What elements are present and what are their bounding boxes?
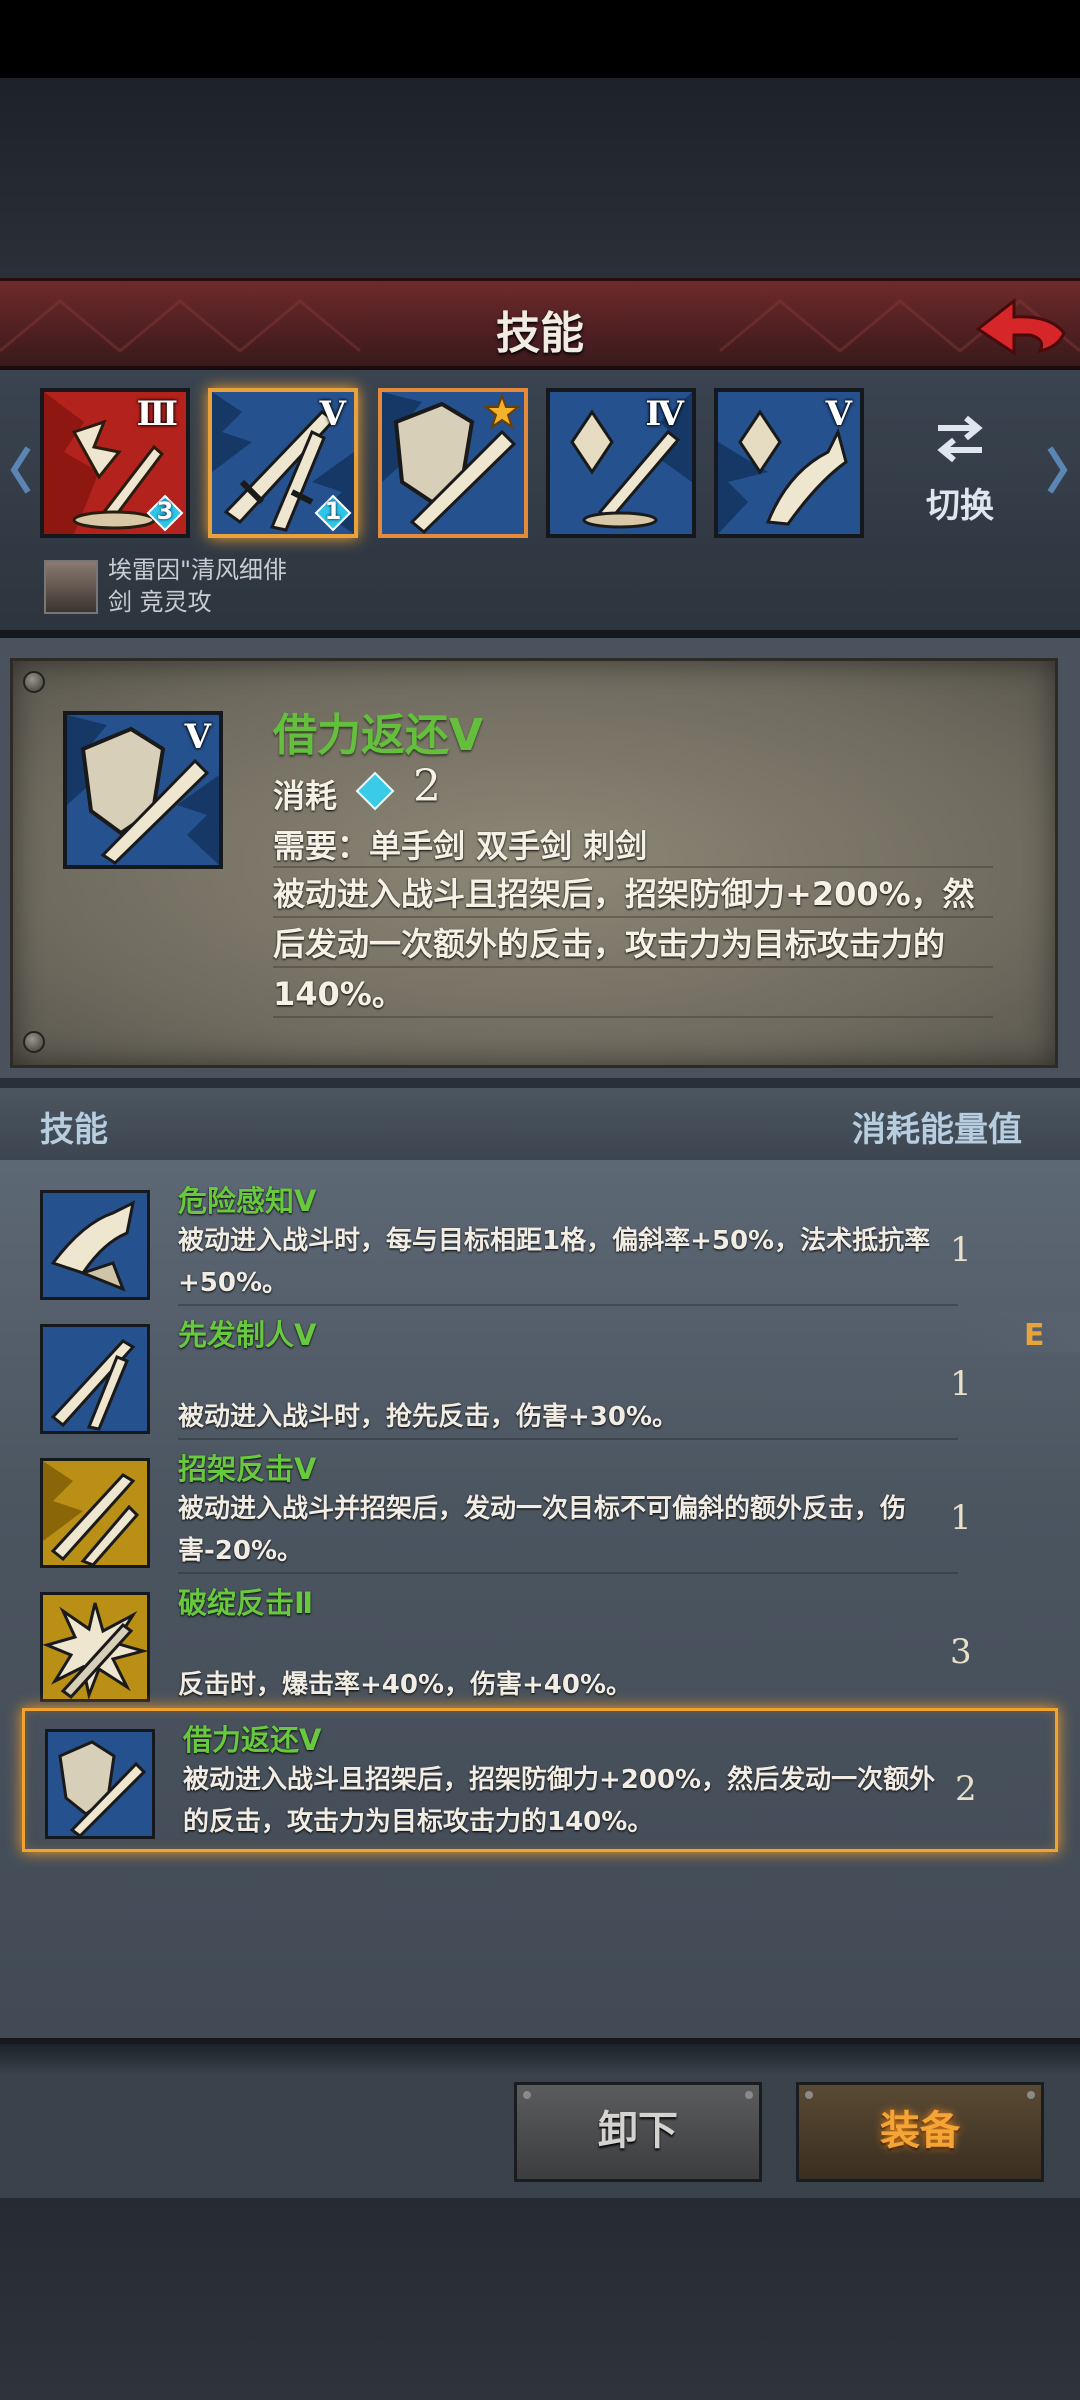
detail-description: 被动进入战斗且招架后，招架防御力+200%，然后发动一次额外的反击，攻击力为目标… (273, 875, 975, 1013)
row-skill-icon (40, 1324, 150, 1434)
skill-slot-1[interactable]: Ⅲ 3 (40, 388, 190, 538)
equip-button[interactable]: 装备 (796, 2082, 1044, 2182)
nail-icon (523, 2091, 531, 2099)
row-skill-icon (45, 1729, 155, 1839)
nail-icon (805, 2091, 813, 2099)
skill-cost: 3 (950, 1632, 972, 1672)
column-cost-label: 消耗能量值 (852, 1110, 1022, 1150)
star-icon (484, 394, 520, 430)
crossed-swords-icon (43, 1327, 147, 1431)
unequip-label: 卸下 (598, 2108, 678, 2154)
header-bar: 技能 (0, 278, 1080, 370)
skill-cost: 2 (955, 1769, 977, 1809)
equip-label: 装备 (880, 2108, 960, 2154)
gem-count: 1 (324, 497, 342, 525)
cost-label: 消耗 (273, 777, 338, 815)
divider (0, 630, 1080, 638)
nail-icon (745, 2091, 753, 2099)
skill-name: 危险感知Ⅴ (178, 1184, 317, 1218)
skill-row-danger-sense[interactable]: 危险感知Ⅴ 被动进入战斗时，每与目标相距1格，偏斜率+50%，法术抵抗率+50%… (20, 1172, 1060, 1306)
top-backdrop (0, 78, 1080, 278)
hero-name: 埃雷因"清风细俳 (108, 556, 288, 584)
shield-sword-icon (48, 1732, 152, 1838)
slot-level: Ⅴ (319, 394, 346, 434)
skill-description: 被动进入战斗并招架后，发动一次目标不可偏斜的额外反击，伤害-20%。 (178, 1494, 907, 1566)
skill-name: 先发制人Ⅴ (178, 1318, 317, 1352)
equipped-marker-band (958, 1312, 1080, 1352)
skill-list-header: 技能 消耗能量值 (0, 1088, 1080, 1160)
skill-slot-5[interactable]: Ⅴ (714, 388, 864, 538)
skill-row-borrowed-force[interactable]: 借力返还Ⅴ 被动进入战斗且招架后，招架防御力+200%，然后发动一次额外的反击，… (22, 1708, 1058, 1852)
row-skill-icon (40, 1458, 150, 1568)
weapon-requirements: 需要：单手剑 双手剑 刺剑 (273, 827, 648, 865)
nail-icon (1027, 2091, 1035, 2099)
skill-description: 被动进入战斗时，每与目标相距1格，偏斜率+50%，法术抵抗率+50%。 (178, 1226, 931, 1298)
skill-row-preemptive-strike[interactable]: 先发制人Ⅴ 被动进入战斗时，抢先反击，伤害+30%。 1 (20, 1306, 1060, 1440)
skill-name: 借力返还Ⅴ (183, 1723, 322, 1757)
skill-slot-strip: Ⅲ 3 Ⅴ 1 Ⅳ Ⅴ 切换 埃雷因"清风细俳 剑 竞灵攻 (0, 370, 1080, 638)
detail-cost-value: 2 (413, 761, 441, 812)
swap-arrows-icon (937, 415, 983, 463)
diamond-gem-icon (355, 771, 395, 811)
row-skill-icon (40, 1190, 150, 1300)
skill-detail-panel: Ⅴ 借力返还Ⅴ 消耗 2 需要：单手剑 双手剑 刺剑 被动进入战斗且招架后，招架… (0, 638, 1080, 1078)
switch-label: 切换 (926, 486, 994, 526)
skill-row-parry-counter[interactable]: 招架反击Ⅴ 被动进入战斗并招架后，发动一次目标不可偏斜的额外反击，伤害-20%。… (20, 1440, 1060, 1574)
chevron-left-icon (10, 446, 31, 494)
gem-badge: 3 (146, 494, 184, 532)
skill-slot-2[interactable]: Ⅴ 1 (208, 388, 358, 538)
gem-count: 3 (156, 497, 174, 525)
skill-cost: 1 (950, 1498, 972, 1538)
skill-slot-4[interactable]: Ⅳ (546, 388, 696, 538)
skill-name: 破绽反击Ⅱ (178, 1586, 314, 1620)
gem-badge: 1 (314, 494, 352, 532)
slot-level: Ⅴ (825, 394, 852, 434)
skill-description: 反击时，爆击率+40%，伤害+40%。 (178, 1670, 633, 1700)
parchment-card: Ⅴ 借力返还Ⅴ 消耗 2 需要：单手剑 双手剑 刺剑 被动进入战斗且招架后，招架… (10, 658, 1058, 1068)
burst-sword-icon (42, 1595, 149, 1701)
equipped-badge: E (1024, 1318, 1045, 1353)
status-bar (0, 0, 1080, 78)
rivet-icon (23, 1031, 45, 1053)
skill-slot-3[interactable] (378, 388, 528, 538)
hero-avatar[interactable] (44, 560, 98, 614)
hero-info: 埃雷因"清风细俳 剑 竞灵攻 (108, 554, 508, 614)
skill-name: 招架反击Ⅴ (178, 1452, 317, 1486)
divider (273, 866, 993, 868)
leaping-beast-icon (43, 1193, 147, 1297)
detail-level: Ⅴ (184, 717, 211, 757)
switch-button[interactable]: 切换 (910, 410, 1010, 526)
detail-skill-name: 借力返还Ⅴ (273, 710, 484, 761)
action-bar: 卸下 装备 (0, 2038, 1080, 2198)
skill-list: 危险感知Ⅴ 被动进入战斗时，每与目标相距1格，偏斜率+50%，法术抵抗率+50%… (0, 1160, 1080, 2038)
scroll-left-arrow[interactable] (6, 440, 36, 500)
slot-level: Ⅲ (136, 394, 178, 434)
back-arrow-icon (975, 297, 1066, 356)
column-skill-label: 技能 (40, 1110, 108, 1150)
skill-cost: 1 (950, 1230, 972, 1270)
row-skill-icon (40, 1592, 150, 1702)
bottom-backdrop (0, 2198, 1080, 2400)
parry-swords-icon (43, 1461, 147, 1567)
skill-cost: 1 (950, 1364, 972, 1404)
skill-description: 被动进入战斗且招架后，招架防御力+200%，然后发动一次额外的反击，攻击力为目标… (183, 1765, 936, 1837)
skill-row-flaw-counter[interactable]: 破绽反击Ⅱ 反击时，爆击率+40%，伤害+40%。 3 (20, 1574, 1060, 1708)
page-title: 技能 (496, 308, 584, 359)
detail-skill-icon: Ⅴ (63, 711, 223, 869)
hero-class: 剑 竞灵攻 (108, 588, 212, 614)
unequip-button[interactable]: 卸下 (514, 2082, 762, 2182)
skill-description: 被动进入战斗时，抢先反击，伤害+30%。 (178, 1402, 679, 1432)
chevron-right-icon (1047, 446, 1068, 494)
rivet-icon (23, 671, 45, 693)
back-button[interactable] (970, 289, 1070, 365)
scroll-right-arrow[interactable] (1042, 440, 1072, 500)
slot-level: Ⅳ (645, 394, 684, 434)
